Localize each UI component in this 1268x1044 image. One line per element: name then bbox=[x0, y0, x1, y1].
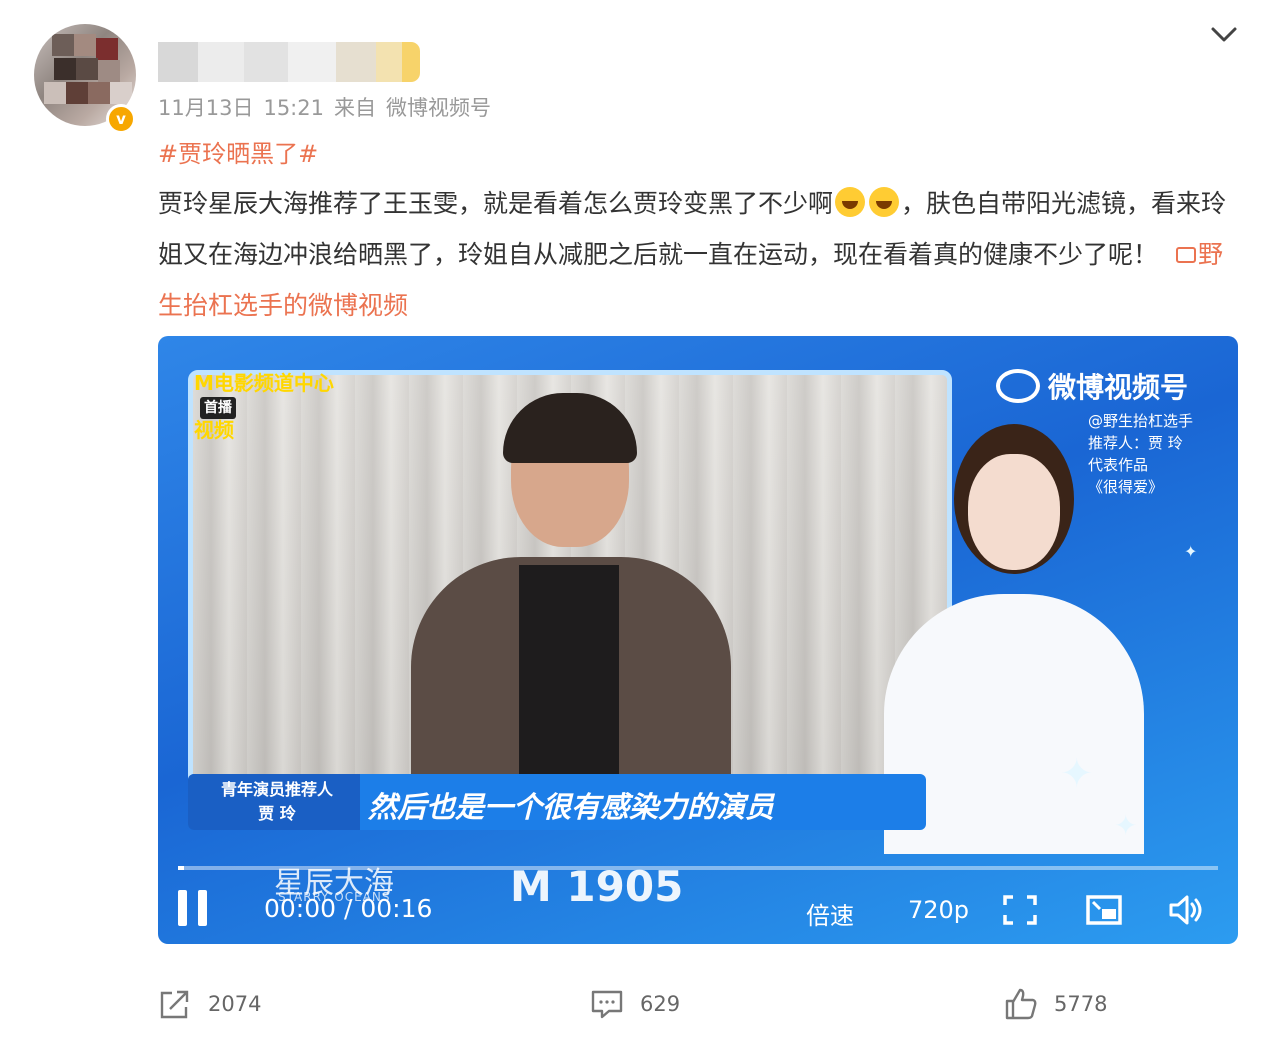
chevron-down-icon[interactable] bbox=[1208, 22, 1240, 46]
laughing-emoji-icon bbox=[835, 187, 866, 217]
share-icon bbox=[160, 990, 189, 1019]
comment-count: 629 bbox=[640, 992, 681, 1016]
weibo-logo-icon bbox=[996, 369, 1040, 403]
video-link-icon bbox=[1176, 247, 1197, 263]
comment-button[interactable]: 629 bbox=[590, 984, 680, 1024]
pause-icon[interactable] bbox=[178, 890, 212, 930]
speaker-figure bbox=[411, 393, 731, 825]
thumbs-up-icon bbox=[1005, 988, 1037, 1020]
repost-button[interactable]: 2074 bbox=[158, 984, 261, 1024]
repost-count: 2074 bbox=[208, 992, 262, 1016]
picture-in-picture-icon[interactable] bbox=[1086, 894, 1122, 926]
video-inner-frame bbox=[188, 370, 952, 830]
post-time: 15:21 bbox=[263, 96, 324, 120]
sparkle-icon: ✦ bbox=[1114, 809, 1138, 842]
video-player[interactable]: M电影频道中心首播 视频 微博视频号 @野生抬杠选手 推荐人：贾 玲 代表作品 … bbox=[158, 336, 1238, 944]
speed-button[interactable]: 倍速 bbox=[806, 896, 854, 931]
comment-icon bbox=[591, 990, 623, 1019]
post-text: 贾玲星辰大海推荐了王玉雯，就是看着怎么贾玲变黑了不少啊 ，肤色自带阳光滤镜，看来玲… bbox=[158, 178, 1238, 331]
post-text-part1: 贾玲星辰大海推荐了王玉雯，就是看着怎么贾玲变黑了不少啊 bbox=[158, 189, 834, 218]
sparkle-icon: ✦ bbox=[1184, 542, 1198, 561]
post-meta: 11月13日 15:21 来自 微博视频号 bbox=[158, 92, 501, 122]
post-date: 11月13日 bbox=[158, 96, 254, 120]
video-time: 00:00 / 00:16 bbox=[264, 894, 433, 923]
like-button[interactable]: 5778 bbox=[1004, 984, 1107, 1024]
volume-icon[interactable] bbox=[1168, 894, 1204, 926]
weibo-video-watermark: 微博视频号 bbox=[996, 366, 1188, 406]
video-controls: 星辰大海 STARRY OCEANS 00:00 / 00:16 M 1905 … bbox=[158, 862, 1238, 944]
m1905-logo: M 1905 bbox=[510, 862, 684, 911]
progress-fill bbox=[178, 866, 184, 870]
like-count: 5778 bbox=[1054, 992, 1108, 1016]
caption-text: 然后也是一个很有感染力的演员 bbox=[368, 790, 775, 824]
post-source[interactable]: 微博视频号 bbox=[386, 96, 491, 120]
post-actions: 2074 629 5778 bbox=[0, 976, 1268, 1032]
laughing-emoji-icon bbox=[869, 187, 900, 217]
verified-badge-icon: v bbox=[106, 104, 136, 134]
sparkle-icon: ✦ bbox=[1060, 751, 1094, 797]
username-blurred[interactable] bbox=[158, 42, 420, 82]
hashtag-link[interactable]: #贾玲晒黑了# bbox=[158, 134, 318, 169]
fullscreen-icon[interactable] bbox=[1002, 894, 1038, 926]
caption-role: 青年演员推荐人 贾 玲 bbox=[220, 780, 333, 823]
post-source-prefix: 来自 bbox=[333, 96, 376, 120]
channel-logo-top: M电影频道中心首播 视频 bbox=[194, 371, 334, 442]
quality-button[interactable]: 720p bbox=[908, 896, 969, 924]
